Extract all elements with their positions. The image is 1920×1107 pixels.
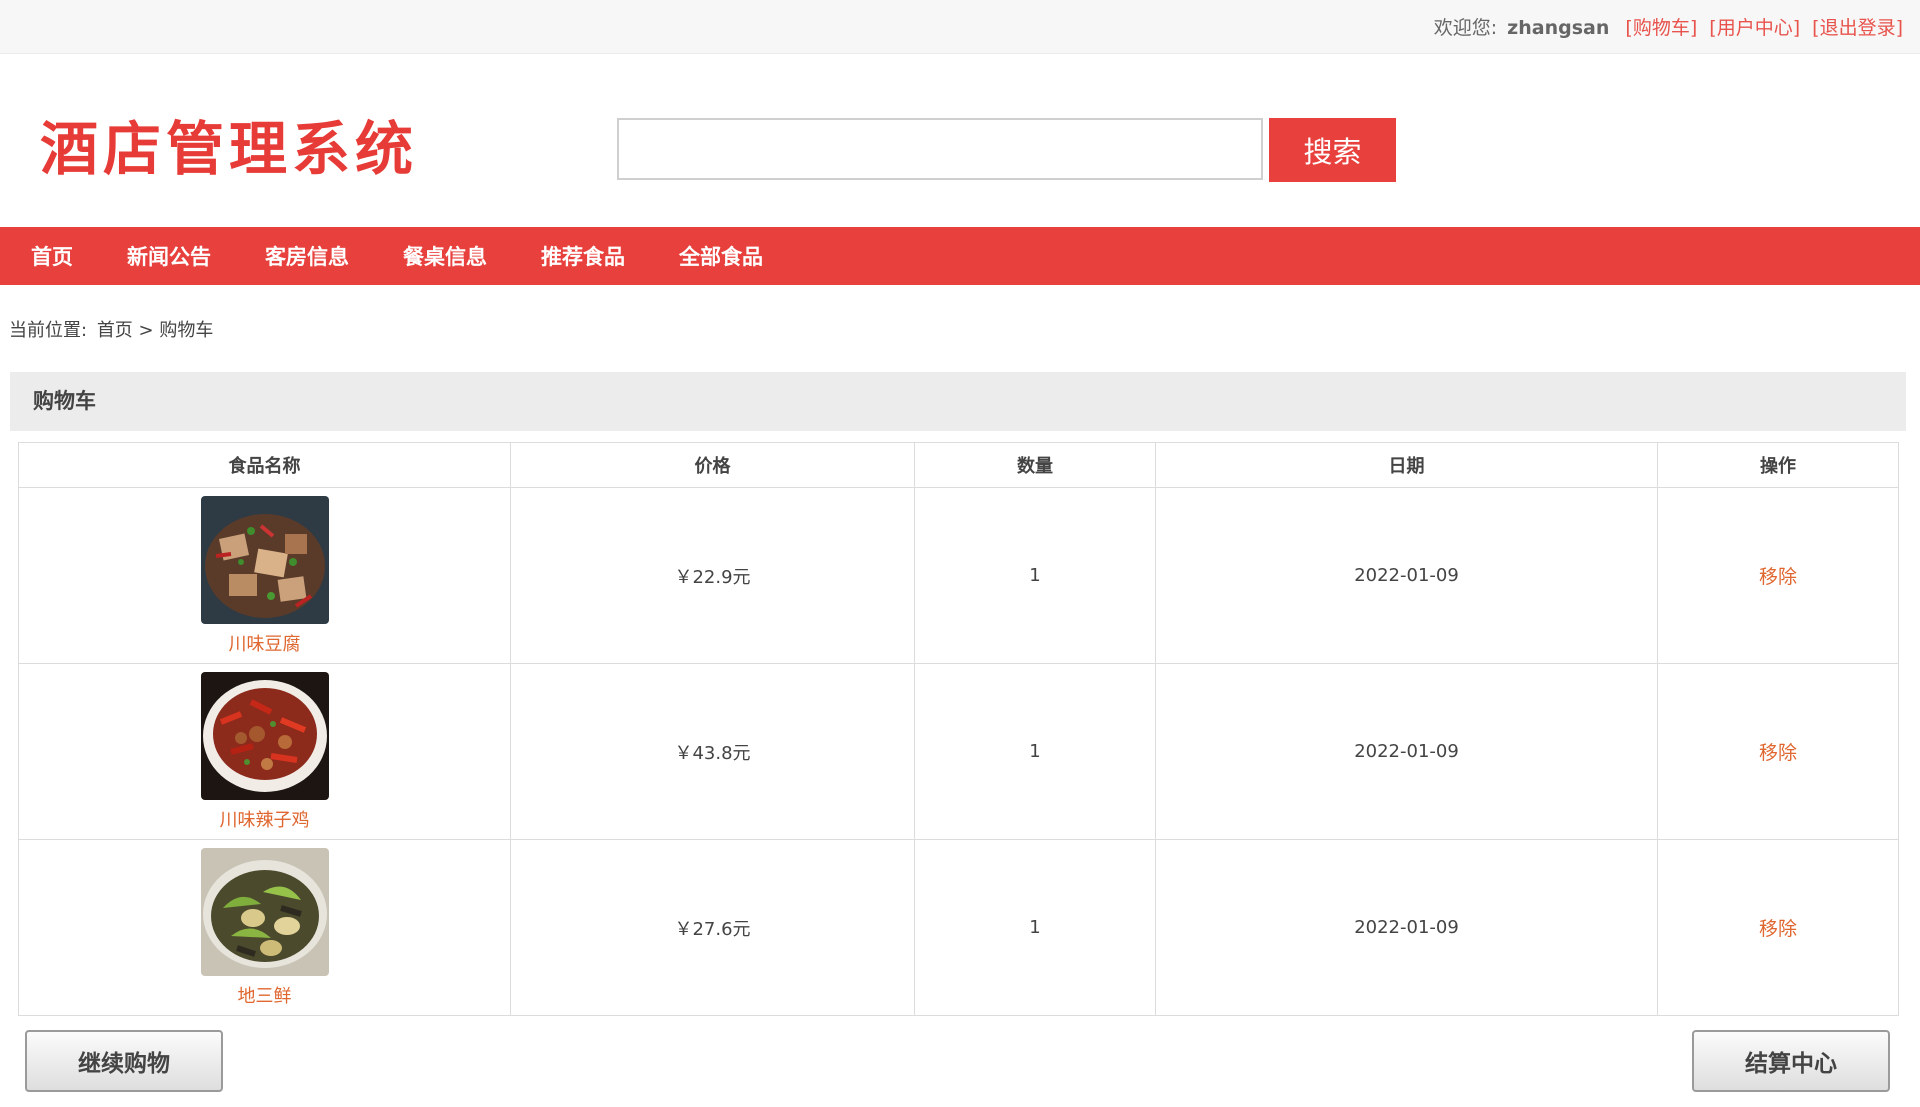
date-cell: 2022-01-09	[1155, 663, 1658, 840]
username: zhangsan	[1507, 17, 1610, 39]
price-cell: ￥27.6元	[510, 839, 915, 1016]
user-center-link[interactable]: [用户中心]	[1709, 17, 1800, 39]
header-quantity: 数量	[914, 442, 1156, 488]
nav-item-all-food[interactable]: 全部食品	[679, 241, 763, 271]
food-cell: 地三鲜	[18, 839, 511, 1016]
nav-item-rooms[interactable]: 客房信息	[265, 241, 349, 271]
tofu-dish-photo-icon[interactable]	[200, 495, 329, 624]
table-row: 川味豆腐 ￥22.9元 1 2022-01-09 移除	[18, 487, 1899, 664]
disanxian-photo-icon[interactable]	[200, 847, 329, 976]
cart-link[interactable]: [购物车]	[1625, 17, 1697, 39]
header-action: 操作	[1657, 442, 1899, 488]
food-cell: 川味辣子鸡	[18, 663, 511, 840]
breadcrumb-home[interactable]: 首页 >	[97, 320, 154, 341]
food-name-link[interactable]: 地三鲜	[20, 982, 509, 1008]
price-cell: ￥22.9元	[510, 487, 915, 664]
food-name-link[interactable]: 川味辣子鸡	[20, 806, 509, 832]
action-cell: 移除	[1657, 839, 1899, 1016]
date-cell: 2022-01-09	[1155, 839, 1658, 1016]
table-row: 地三鲜 ￥27.6元 1 2022-01-09 移除	[18, 839, 1899, 1016]
spicy-chicken-photo-icon[interactable]	[200, 671, 329, 800]
checkout-button[interactable]: 结算中心	[1692, 1030, 1890, 1092]
site-logo[interactable]: 酒店管理系统	[40, 102, 418, 186]
breadcrumb-current: 购物车	[159, 320, 214, 341]
breadcrumb-prefix: 当前位置:	[9, 320, 88, 341]
cart-table: 食品名称 价格 数量 日期 操作 川味豆腐 ￥22.9元 1 2022-01-0…	[18, 442, 1899, 1016]
search-input[interactable]	[617, 118, 1263, 180]
quantity-cell: 1	[914, 663, 1156, 840]
header-date: 日期	[1155, 442, 1658, 488]
search-button[interactable]: 搜索	[1269, 118, 1396, 182]
quantity-cell: 1	[914, 839, 1156, 1016]
action-cell: 移除	[1657, 663, 1899, 840]
header-food-name: 食品名称	[18, 442, 511, 488]
continue-shopping-button[interactable]: 继续购物	[25, 1030, 223, 1092]
nav-item-news[interactable]: 新闻公告	[127, 241, 211, 271]
price-cell: ￥43.8元	[510, 663, 915, 840]
main-nav: 首页 新闻公告 客房信息 餐桌信息 推荐食品 全部食品	[0, 227, 1920, 285]
table-header-row: 食品名称 价格 数量 日期 操作	[18, 442, 1899, 488]
header-price: 价格	[510, 442, 915, 488]
top-bar: 欢迎您: zhangsan [购物车] [用户中心] [退出登录]	[0, 0, 1920, 54]
nav-item-recommended-food[interactable]: 推荐食品	[541, 241, 625, 271]
table-row: 川味辣子鸡 ￥43.8元 1 2022-01-09 移除	[18, 663, 1899, 840]
action-cell: 移除	[1657, 487, 1899, 664]
quantity-cell: 1	[914, 487, 1156, 664]
panel-title: 购物车	[10, 372, 1906, 431]
food-cell: 川味豆腐	[18, 487, 511, 664]
breadcrumb: 当前位置: 首页 > 购物车	[9, 316, 217, 342]
remove-link[interactable]: 移除	[1759, 566, 1797, 588]
food-name-link[interactable]: 川味豆腐	[20, 630, 509, 656]
nav-item-home[interactable]: 首页	[31, 241, 73, 271]
logout-link[interactable]: [退出登录]	[1812, 17, 1903, 39]
welcome-text: 欢迎您:	[1433, 17, 1498, 39]
remove-link[interactable]: 移除	[1759, 742, 1797, 764]
nav-item-tables[interactable]: 餐桌信息	[403, 241, 487, 271]
date-cell: 2022-01-09	[1155, 487, 1658, 664]
remove-link[interactable]: 移除	[1759, 918, 1797, 940]
user-welcome-area: 欢迎您: zhangsan [购物车] [用户中心] [退出登录]	[1434, 13, 1903, 40]
